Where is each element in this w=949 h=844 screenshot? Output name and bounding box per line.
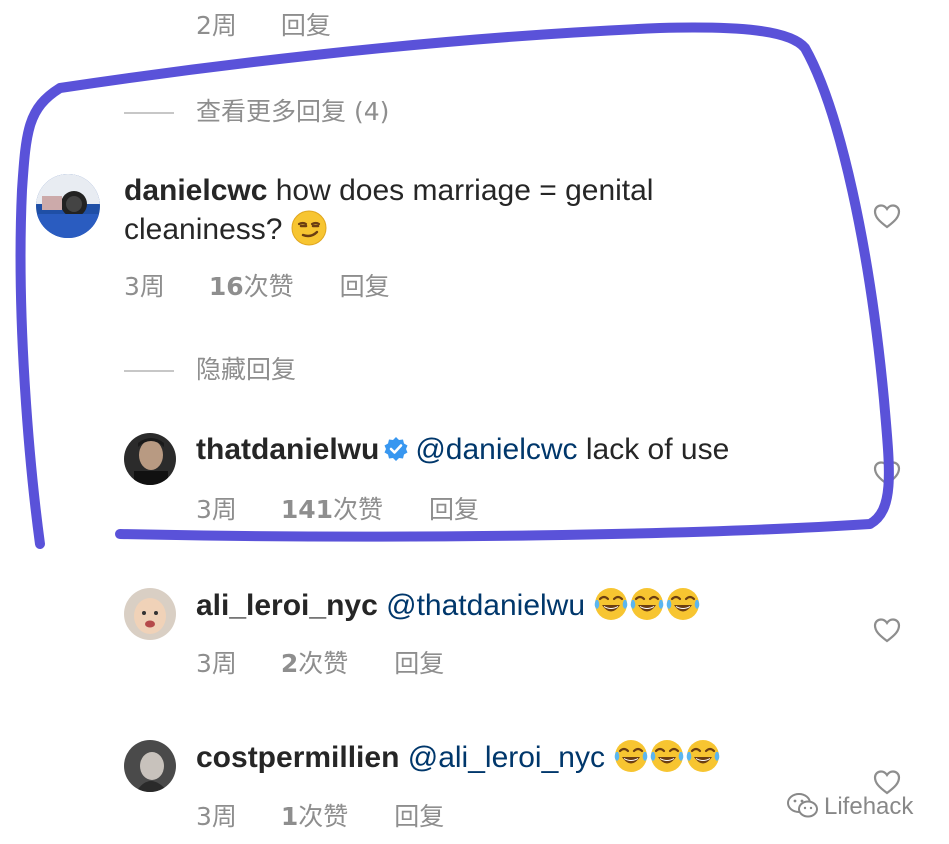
comment-body: ali_leroi_nyc @thatdanielwu [196,586,701,625]
reply-button[interactable]: 回复 [394,797,444,833]
avatar[interactable] [124,740,176,792]
like-count-suffix: 次赞 [243,272,294,301]
comment-text: lack of use [585,433,730,466]
like-count-suffix: 次赞 [298,649,349,678]
tears-of-joy-emoji-icon [651,740,684,772]
like-count-number: 1 [280,802,299,831]
tears-of-joy-emoji-group [613,740,721,774]
tears-of-joy-emoji-icon [631,588,664,620]
tears-of-joy-emoji-icon [687,740,720,772]
comment-time: 3周 [196,495,237,524]
like-count-number: 141 [280,495,334,524]
comment-meta: 3周 1次赞 回复 [196,797,444,833]
like-count[interactable]: 2次赞 [281,644,348,680]
like-count[interactable]: 1次赞 [281,797,348,833]
comment-username[interactable]: danielcwc [124,174,267,207]
tears-of-joy-emoji-icon [595,588,628,620]
comment-username[interactable]: thatdanielwu [196,433,379,466]
reply-button[interactable]: 回复 [340,267,390,303]
hide-replies-label: 隐藏回复 [196,355,297,384]
comment-time: 3周 [196,802,237,831]
view-more-label: 查看更多回复 (4) [196,97,390,126]
comment-mention[interactable]: @thatdanielwu [386,589,585,622]
comment-body: thatdanielwu @danielcwc lack of use [196,431,729,469]
like-count-number: 16 [208,272,244,301]
smirk-emoji-icon [291,210,327,246]
heart-icon[interactable] [873,460,901,486]
comment-username[interactable]: costpermillien [196,741,399,774]
comment-meta: 3周 2次赞 回复 [196,644,444,680]
avatar-costpermillien-image [124,740,176,792]
heart-icon[interactable] [873,203,901,229]
reply-button[interactable]: 回复 [429,490,479,526]
avatar-danielcwc-image [36,174,100,238]
avatar-thatdanielwu-image [124,433,176,485]
comment-time: 2周 [196,11,237,40]
reply-button[interactable]: 回复 [394,644,444,680]
avatar[interactable] [124,588,176,640]
tears-of-joy-emoji-icon [667,588,700,620]
like-count-number: 2 [280,649,299,678]
watermark-text: Lifehack [824,793,914,820]
comment-time: 3周 [196,649,237,678]
divider-line [124,112,174,114]
like-count-suffix: 次赞 [298,802,349,831]
tears-of-joy-emoji-icon [615,740,648,772]
watermark: Lifehack [786,792,913,821]
avatar[interactable] [36,174,100,238]
divider-line [124,370,174,372]
comment-meta: 3周 141次赞 回复 [196,490,479,526]
top-comment-meta: 2周 回复 [196,6,331,42]
comment-time: 3周 [124,272,165,301]
like-count[interactable]: 141次赞 [281,490,383,526]
comment-mention[interactable]: @ali_leroi_nyc [408,741,605,774]
comment-username[interactable]: ali_leroi_nyc [196,589,378,622]
comment-body: costpermillien @ali_leroi_nyc [196,738,721,777]
avatar-ali-leroi-nyc-image [124,588,176,640]
view-more-replies[interactable]: 查看更多回复 (4) [124,92,389,128]
reply-button[interactable]: 回复 [281,6,331,42]
like-count[interactable]: 16次赞 [209,267,294,303]
hide-replies[interactable]: 隐藏回复 [124,350,296,386]
verified-badge-icon [384,437,408,461]
comment-text: how does marriage = genital [275,174,654,207]
like-count-suffix: 次赞 [333,495,384,524]
avatar[interactable] [124,433,176,485]
tears-of-joy-emoji-group [593,588,701,622]
heart-icon[interactable] [873,617,901,643]
comment-text-continued: cleaniness? [124,213,283,246]
comment-mention[interactable]: @danielcwc [415,433,577,466]
wechat-logo-icon [787,793,818,818]
comment-meta: 3周 16次赞 回复 [124,267,390,303]
comment-body: danielcwc how does marriage = genital cl… [124,172,764,249]
